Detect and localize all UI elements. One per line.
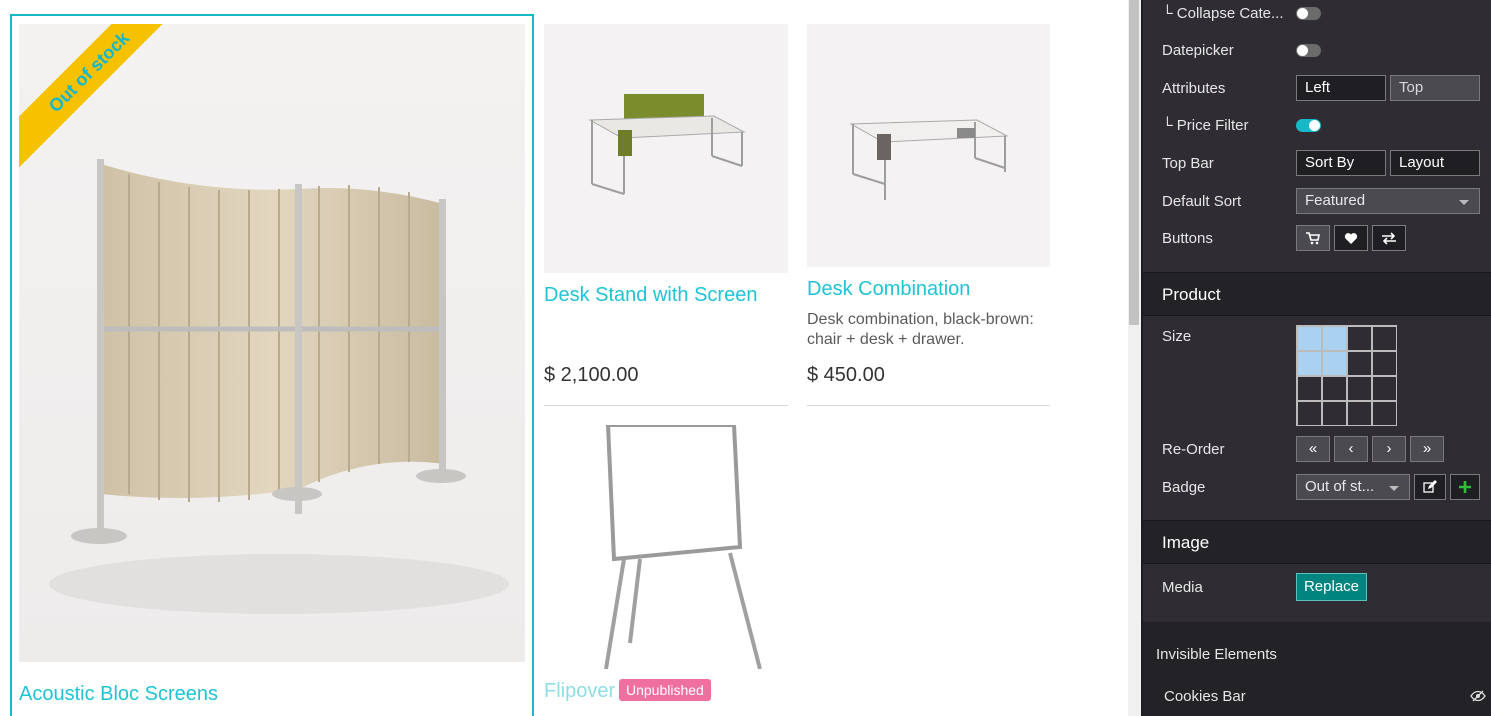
replace-media-button[interactable]: Replace bbox=[1296, 573, 1367, 601]
product-title-acoustic[interactable]: Acoustic Bloc Screens bbox=[19, 683, 218, 706]
double-chevron-left-icon: « bbox=[1308, 440, 1318, 457]
wishlist-button[interactable] bbox=[1334, 225, 1368, 251]
desk-combination-illustration bbox=[849, 119, 1009, 200]
price-filter-toggle[interactable] bbox=[1296, 119, 1321, 132]
collapse-categories-label: └ Collapse Cate... bbox=[1162, 5, 1284, 22]
chevron-down-icon bbox=[1389, 486, 1399, 491]
chevron-down-icon bbox=[1459, 200, 1469, 205]
attributes-top-button[interactable]: Top bbox=[1390, 75, 1480, 101]
default-sort-select[interactable]: Featured bbox=[1296, 188, 1480, 214]
badge-value: Out of st... bbox=[1305, 478, 1375, 495]
attributes-label: Attributes bbox=[1162, 80, 1226, 97]
size-cell[interactable] bbox=[1297, 351, 1322, 376]
add-badge-button[interactable] bbox=[1450, 474, 1480, 500]
move-prev-button[interactable]: ‹ bbox=[1334, 436, 1368, 462]
card-divider bbox=[807, 405, 1050, 406]
chevron-left-icon: ‹ bbox=[1348, 440, 1354, 457]
badge-label: Badge bbox=[1162, 479, 1206, 496]
attributes-left-button[interactable]: Left bbox=[1296, 75, 1386, 101]
invisible-elements-title: Invisible Elements bbox=[1156, 646, 1277, 663]
product-title-desk-stand[interactable]: Desk Stand with Screen bbox=[544, 284, 757, 307]
move-last-button[interactable]: » bbox=[1410, 436, 1444, 462]
size-cell[interactable] bbox=[1372, 376, 1397, 401]
size-cell[interactable] bbox=[1347, 376, 1372, 401]
website-canvas: Out of stock Acoustic Bloc Screens Desk … bbox=[0, 0, 1128, 716]
reorder-label: Re-Order bbox=[1162, 441, 1225, 458]
product-image-desk-combination[interactable] bbox=[807, 24, 1050, 267]
product-image-acoustic[interactable]: Out of stock bbox=[19, 24, 525, 662]
product-price-desk-stand: $ 2,100.00 bbox=[544, 364, 639, 386]
double-chevron-right-icon: » bbox=[1422, 440, 1432, 457]
product-description-desk-combination: Desk combination, black-brown: chair + d… bbox=[807, 311, 1034, 348]
unpublished-badge: Unpublished bbox=[619, 679, 711, 701]
image-section-header: Image bbox=[1143, 520, 1491, 564]
size-cell[interactable] bbox=[1322, 376, 1347, 401]
size-cell[interactable] bbox=[1322, 326, 1347, 351]
editor-options-panel: └ Collapse Cate... Datepicker Attributes… bbox=[1141, 0, 1491, 716]
media-label: Media bbox=[1162, 579, 1203, 596]
size-cell[interactable] bbox=[1297, 376, 1322, 401]
size-cell[interactable] bbox=[1372, 326, 1397, 351]
price-filter-label: └ Price Filter bbox=[1162, 117, 1249, 134]
acoustic-screen-illustration bbox=[49, 159, 509, 614]
buttons-label: Buttons bbox=[1162, 230, 1213, 247]
size-cell[interactable] bbox=[1347, 351, 1372, 376]
scrollbar-thumb[interactable] bbox=[1129, 0, 1139, 325]
datepicker-toggle[interactable] bbox=[1296, 44, 1321, 57]
size-grid[interactable] bbox=[1296, 325, 1397, 426]
move-first-button[interactable]: « bbox=[1296, 436, 1330, 462]
image-section-title: Image bbox=[1162, 533, 1210, 552]
datepicker-label: Datepicker bbox=[1162, 42, 1234, 59]
default-sort-value: Featured bbox=[1305, 192, 1366, 209]
product-section-title: Product bbox=[1162, 285, 1221, 304]
size-cell[interactable] bbox=[1372, 401, 1397, 426]
cookies-bar-item[interactable]: Cookies Bar bbox=[1164, 688, 1246, 705]
flipover-illustration bbox=[604, 425, 762, 669]
card-divider bbox=[544, 405, 788, 406]
badge-select[interactable]: Out of st... bbox=[1296, 474, 1410, 500]
product-title-flipover[interactable]: Flipover bbox=[544, 680, 615, 703]
edit-icon bbox=[1423, 480, 1437, 493]
heart-icon bbox=[1344, 233, 1358, 244]
compare-button[interactable] bbox=[1372, 225, 1406, 251]
size-cell[interactable] bbox=[1347, 401, 1372, 426]
edit-badge-button[interactable] bbox=[1414, 474, 1446, 500]
product-price-desk-combination: $ 450.00 bbox=[807, 364, 885, 386]
product-section-header: Product bbox=[1143, 272, 1491, 316]
size-label: Size bbox=[1162, 328, 1192, 345]
product-image-flipover[interactable] bbox=[544, 425, 788, 669]
size-cell[interactable] bbox=[1322, 401, 1347, 426]
top-bar-label: Top Bar bbox=[1162, 155, 1214, 172]
canvas-scrollbar[interactable] bbox=[1128, 0, 1141, 716]
product-title-desk-combination[interactable]: Desk Combination bbox=[807, 278, 970, 301]
plus-icon bbox=[1459, 481, 1471, 493]
cart-icon bbox=[1306, 232, 1320, 245]
eye-slash-icon[interactable] bbox=[1470, 690, 1486, 702]
size-cell[interactable] bbox=[1297, 326, 1322, 351]
chevron-right-icon: › bbox=[1386, 440, 1392, 457]
top-bar-layout-button[interactable]: Layout bbox=[1390, 150, 1480, 176]
size-cell[interactable] bbox=[1322, 351, 1347, 376]
move-next-button[interactable]: › bbox=[1372, 436, 1406, 462]
size-cell[interactable] bbox=[1372, 351, 1397, 376]
size-cell[interactable] bbox=[1347, 326, 1372, 351]
default-sort-label: Default Sort bbox=[1162, 193, 1242, 210]
top-bar-sort-by-button[interactable]: Sort By bbox=[1296, 150, 1386, 176]
product-image-desk-stand[interactable] bbox=[544, 24, 788, 273]
cart-button[interactable] bbox=[1296, 225, 1330, 251]
desk-stand-illustration bbox=[588, 94, 746, 195]
collapse-categories-toggle[interactable] bbox=[1296, 7, 1321, 20]
size-cell[interactable] bbox=[1297, 401, 1322, 426]
invisible-elements-section: Invisible Elements Cookies Bar bbox=[1143, 622, 1491, 716]
compare-icon bbox=[1382, 232, 1396, 245]
